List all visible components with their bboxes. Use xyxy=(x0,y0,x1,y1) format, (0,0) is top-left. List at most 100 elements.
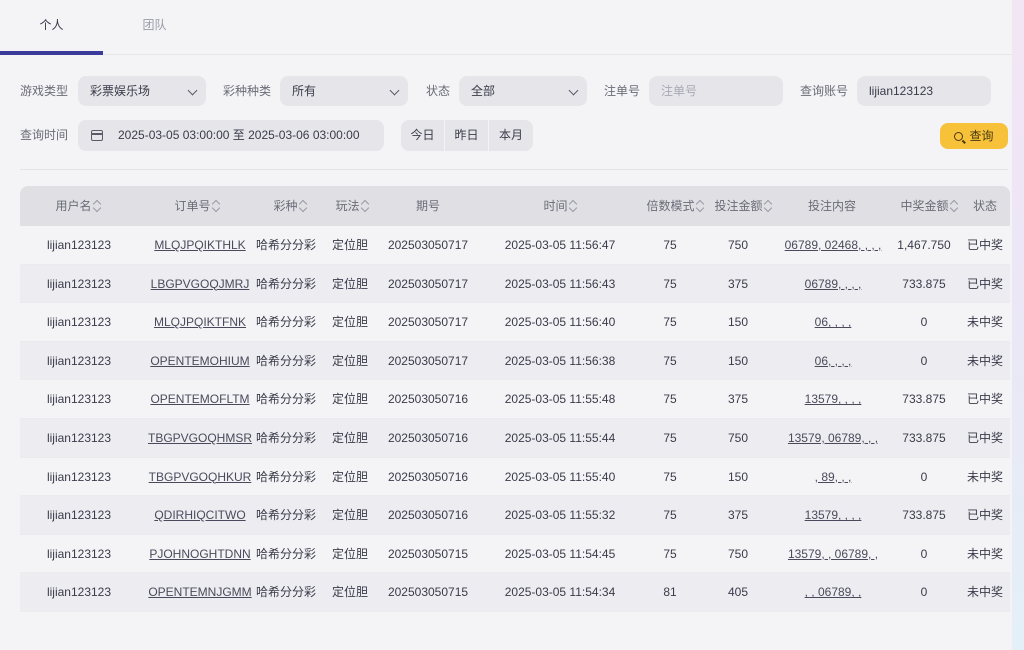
table-row: lijian123123 OPENTEMOHIUM 哈希分分彩 定位胆 20250305… xyxy=(20,341,1010,381)
cell-multiplier: 75 xyxy=(663,430,677,445)
tab-personal[interactable]: 个人 xyxy=(0,0,103,55)
order-no-input[interactable]: 注单号 xyxy=(649,76,783,106)
cell-status: 未中奖 xyxy=(966,546,1003,561)
lottery-kind-select[interactable]: 所有 xyxy=(280,76,408,106)
table-body: lijian123123 MLQJPQIKTHLK 哈希分分彩 定位胆 20250305… xyxy=(20,226,1010,612)
tab-team[interactable]: 团队 xyxy=(103,0,206,55)
chevron-down-icon xyxy=(187,85,198,96)
cell-status: 已中奖 xyxy=(966,238,1003,252)
cell-bet-content[interactable]: 13579, , 06789, , xyxy=(778,535,888,573)
cell-bet-content[interactable]: 06, , , , xyxy=(778,342,888,380)
yesterday-button[interactable]: 昨日 xyxy=(445,120,489,151)
cell-play: 定位胆 xyxy=(331,508,368,523)
header-bet-amount[interactable]: 投注金额 xyxy=(710,186,776,226)
cell-bet-amount: 375 xyxy=(727,392,749,407)
cell-prize: 733.875 xyxy=(902,508,946,523)
cell-bet-content[interactable]: 13579, , , , xyxy=(778,380,888,418)
cell-play: 定位胆 xyxy=(331,430,368,445)
cell-time: 2025-03-05 11:56:38 xyxy=(504,353,616,368)
cell-status: 已中奖 xyxy=(966,430,1003,445)
cell-bet-content[interactable]: 13579, 06789, , , xyxy=(778,419,888,457)
header-play[interactable]: 玩法 xyxy=(330,186,374,226)
bets-table: 用户名 订单号 彩种 玩法 期号 时间 倍数模式 投注金额 投注内容 中奖金额 … xyxy=(20,186,1010,612)
this-month-button[interactable]: 本月 xyxy=(489,120,533,151)
cell-multiplier: 75 xyxy=(663,353,677,368)
cell-multiplier: 75 xyxy=(663,392,677,407)
cell-play: 定位胆 xyxy=(331,392,368,407)
header-multiplier[interactable]: 倍数模式 xyxy=(642,186,708,226)
sort-icon xyxy=(300,200,307,212)
cell-bet-amount: 750 xyxy=(727,238,749,252)
date-range-picker[interactable]: 2025-03-05 03:00:00 至 2025-03-06 03:00:0… xyxy=(78,120,384,151)
cell-prize: 733.875 xyxy=(902,276,946,291)
cell-status: 未中奖 xyxy=(966,315,1003,330)
cell-prize: 733.875 xyxy=(902,430,946,445)
cell-bet-amount: 405 xyxy=(727,585,749,600)
cell-issue: 202503050715 xyxy=(387,585,469,600)
cell-issue: 202503050716 xyxy=(387,430,469,445)
table-row: lijian123123 TBGPVGOQHKUR 哈希分分彩 定位胆 20250305… xyxy=(20,458,1010,497)
cell-bet-content[interactable]: , 89, , , xyxy=(778,458,888,496)
cell-play: 定位胆 xyxy=(331,315,368,330)
cell-multiplier: 75 xyxy=(663,315,677,330)
header-order-no[interactable]: 订单号 xyxy=(152,186,242,226)
cell-bet-amount: 375 xyxy=(727,508,749,523)
cell-prize: 1,467.750 xyxy=(897,238,951,252)
cell-issue: 202503050717 xyxy=(387,315,469,330)
query-button[interactable]: 查询 xyxy=(940,123,1008,149)
status-select[interactable]: 全部 xyxy=(459,76,587,106)
cell-status: 未中奖 xyxy=(966,469,1003,484)
cell-time: 2025-03-05 11:55:48 xyxy=(504,392,616,407)
header-time[interactable]: 时间 xyxy=(538,186,582,226)
cell-bet-amount: 375 xyxy=(727,276,749,291)
tab-bar: 个人 团队 xyxy=(0,0,1012,55)
cell-lottery: 哈希分分彩 xyxy=(255,430,316,445)
divider xyxy=(20,169,1008,170)
cell-time: 2025-03-05 11:56:43 xyxy=(504,276,616,291)
cell-time: 2025-03-05 11:54:34 xyxy=(504,585,616,600)
cell-lottery: 哈希分分彩 xyxy=(255,469,316,484)
cell-lottery: 哈希分分彩 xyxy=(255,238,316,252)
cell-bet-content[interactable]: 06789, , , , xyxy=(778,265,888,303)
header-username[interactable]: 用户名 xyxy=(42,186,114,226)
cell-bet-amount: 750 xyxy=(727,546,749,561)
today-button[interactable]: 今日 xyxy=(401,120,445,151)
cell-bet-content[interactable]: 13579, , , , xyxy=(778,496,888,534)
query-button-label: 查询 xyxy=(969,129,994,143)
cell-bet-content[interactable]: 06789, 02468, , , , xyxy=(778,226,888,264)
cell-prize: 0 xyxy=(920,315,928,330)
table-row: lijian123123 OPENTEMOFLTM 哈希分分彩 定位胆 20250305… xyxy=(20,380,1010,419)
header-status: 状态 xyxy=(972,199,997,213)
search-icon xyxy=(954,132,964,141)
time-label: 查询时间 xyxy=(20,128,69,142)
cell-bet-content[interactable]: , , 06789, , xyxy=(778,573,888,611)
cell-issue: 202503050717 xyxy=(387,238,469,252)
cell-time: 2025-03-05 11:56:40 xyxy=(504,315,616,330)
header-prize[interactable]: 中奖金额 xyxy=(897,186,961,226)
cell-bet-amount: 150 xyxy=(727,315,749,330)
table-row: lijian123123 TBGPVGOQHMSR 哈希分分彩 定位胆 20250305… xyxy=(20,418,1010,458)
game-type-select[interactable]: 彩票娱乐场 xyxy=(78,76,206,106)
calendar-icon xyxy=(91,130,103,141)
cell-play: 定位胆 xyxy=(331,585,368,600)
cell-issue: 202503050716 xyxy=(387,508,469,523)
cell-prize: 0 xyxy=(920,469,928,484)
cell-multiplier: 81 xyxy=(663,585,677,600)
table-row: lijian123123 PJOHNOGHTDNN 哈希分分彩 定位胆 20250305… xyxy=(20,535,1010,574)
cell-bet-content[interactable]: 06, , , , xyxy=(778,303,888,341)
header-bet-content: 投注内容 xyxy=(807,199,856,213)
cell-prize: 0 xyxy=(920,585,928,600)
cell-status: 已中奖 xyxy=(966,276,1003,291)
header-lottery[interactable]: 彩种 xyxy=(268,186,312,226)
cell-lottery: 哈希分分彩 xyxy=(255,276,316,291)
account-input[interactable]: lijian123123 xyxy=(857,76,991,106)
cell-lottery: 哈希分分彩 xyxy=(255,508,316,523)
lottery-kind-value: 所有 xyxy=(292,84,317,98)
cell-prize: 0 xyxy=(920,353,928,368)
cell-status: 已中奖 xyxy=(966,392,1003,407)
table-header: 用户名 订单号 彩种 玩法 期号 时间 倍数模式 投注金额 投注内容 中奖金额 … xyxy=(20,186,1010,226)
cell-lottery: 哈希分分彩 xyxy=(255,353,316,368)
table-row: lijian123123 LBGPVGOQJMRJ 哈希分分彩 定位胆 20250305… xyxy=(20,264,1010,304)
lottery-kind-label: 彩种种类 xyxy=(223,84,272,98)
cell-issue: 202503050716 xyxy=(387,392,469,407)
